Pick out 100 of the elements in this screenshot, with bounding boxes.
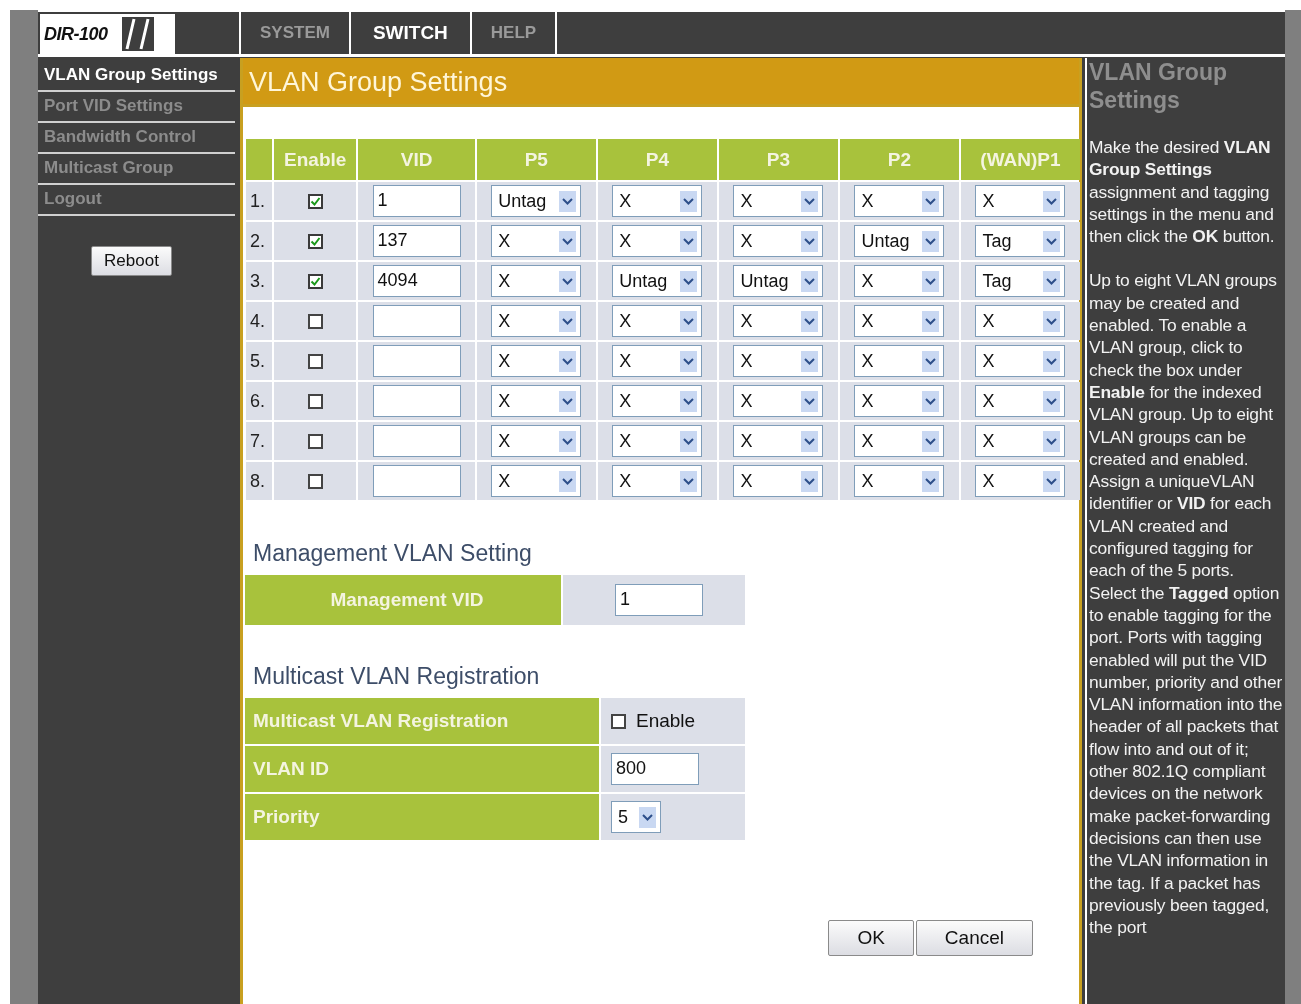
port-select[interactable]: X	[854, 385, 945, 417]
ok-button[interactable]: OK	[828, 920, 914, 956]
vid-field[interactable]	[372, 465, 461, 497]
field-label: Management VID	[245, 575, 561, 625]
table-header: P2	[839, 139, 959, 180]
port-select[interactable]: X	[491, 225, 582, 257]
caret-icon	[559, 470, 577, 492]
port-select[interactable]: X	[854, 305, 945, 337]
port-select[interactable]: X	[975, 385, 1066, 417]
enable-checkbox[interactable]	[307, 274, 323, 290]
cancel-button[interactable]: Cancel	[915, 920, 1033, 956]
port-select[interactable]: X	[975, 465, 1066, 497]
port-select[interactable]: X	[491, 385, 582, 417]
port-select[interactable]: X	[854, 465, 945, 497]
caret-icon	[680, 230, 698, 252]
port-select[interactable]: X	[975, 345, 1066, 377]
enable-checkbox[interactable]	[307, 394, 323, 410]
port-select[interactable]: X	[733, 385, 824, 417]
port-select[interactable]: X	[733, 425, 824, 457]
enable-checkbox[interactable]	[307, 434, 323, 450]
port-select[interactable]: X	[491, 425, 582, 457]
reboot-button[interactable]: Reboot	[91, 246, 172, 276]
port-select[interactable]: X	[733, 345, 824, 377]
enable-checkbox[interactable]	[307, 234, 323, 250]
row-number: 4.	[246, 302, 272, 340]
port-select[interactable]: X	[733, 185, 824, 217]
port-select[interactable]: X	[854, 345, 945, 377]
row-number: 6.	[246, 382, 272, 420]
caret-icon	[680, 350, 698, 372]
table-header: P4	[597, 139, 717, 180]
port-select[interactable]: X	[733, 225, 824, 257]
caret-icon	[1043, 390, 1061, 412]
checkbox-label: Enable	[636, 710, 696, 732]
vid-field[interactable]	[372, 345, 461, 377]
sidebar-item[interactable]: VLAN Group Settings	[38, 61, 235, 92]
management-vid-field[interactable]: 1	[615, 584, 703, 616]
port-select[interactable]: X	[612, 465, 703, 497]
port-select[interactable]: X	[854, 265, 945, 297]
enable-checkbox[interactable]	[307, 474, 323, 490]
caret-icon	[680, 470, 698, 492]
caret-icon	[559, 390, 577, 412]
port-select[interactable]: Untag	[733, 265, 824, 297]
caret-icon	[922, 310, 940, 332]
port-select[interactable]: X	[854, 425, 945, 457]
enable-checkbox[interactable]	[307, 314, 323, 330]
port-select[interactable]: X	[612, 385, 703, 417]
port-select[interactable]: X	[612, 305, 703, 337]
caret-icon	[1043, 350, 1061, 372]
enable-checkbox[interactable]	[611, 713, 626, 729]
row-number: 3.	[246, 262, 272, 300]
nav-tab[interactable]: SWITCH	[348, 12, 470, 54]
port-select[interactable]: Tag	[975, 265, 1066, 297]
field-label: VLAN ID	[245, 746, 599, 792]
port-select[interactable]: Tag	[975, 225, 1066, 257]
port-select[interactable]: X	[612, 185, 703, 217]
section-heading: Multicast VLAN Registration	[252, 662, 541, 691]
vid-field[interactable]: 137	[372, 225, 461, 257]
caret-icon	[801, 430, 819, 452]
enable-checkbox[interactable]	[307, 194, 323, 210]
caret-icon	[922, 270, 940, 292]
port-select[interactable]: X	[612, 225, 703, 257]
caret-icon	[680, 190, 698, 212]
caret-icon	[559, 430, 577, 452]
vid-field[interactable]: 1	[372, 185, 461, 217]
help-text: Up to eight VLAN groups may be created and enabled. To enable a VLAN group, click to check the box under Enable for the indexed VLAN group. Up to eight VLAN groups can be created and enabled. Assign a uniqueVLAN identifier or VID for each VLAN created and configured tagging for each of the 5 ports. Select the Tagged option to enable tagging for the port. Ports with tagging enabled will put the VID number, priority and other VLAN information into the header of all packets that flow into and out of it; other 802.1Q compliant devices on the network make packet-forwarding decisions can then use the VLAN information in the tag. If a packet has previously been tagged, the port	[1089, 269, 1284, 939]
port-select[interactable]: X	[491, 465, 582, 497]
vid-field[interactable]	[372, 305, 461, 337]
port-select[interactable]: Untag	[491, 185, 582, 217]
nav-tab[interactable]: SYSTEM	[239, 12, 349, 54]
port-select[interactable]: X	[491, 265, 582, 297]
port-select[interactable]: X	[975, 425, 1066, 457]
port-select[interactable]: Untag	[854, 225, 945, 257]
port-select[interactable]: X	[612, 425, 703, 457]
priority-select[interactable]: 5	[611, 801, 661, 833]
row-number: 7.	[246, 422, 272, 460]
port-select[interactable]: X	[733, 465, 824, 497]
caret-icon	[801, 190, 819, 212]
port-select[interactable]: X	[491, 345, 582, 377]
port-select[interactable]: X	[975, 185, 1066, 217]
caret-icon	[922, 390, 940, 412]
vid-field[interactable]	[372, 385, 461, 417]
enable-checkbox[interactable]	[307, 354, 323, 370]
port-select[interactable]: X	[491, 305, 582, 337]
nav-tab[interactable]: HELP	[469, 12, 558, 54]
caret-icon	[922, 430, 940, 452]
help-title: VLAN Group Settings	[1089, 58, 1228, 114]
vid-field[interactable]: 4094	[372, 265, 461, 297]
caret-icon	[639, 806, 656, 828]
port-select[interactable]: X	[612, 345, 703, 377]
vid-field[interactable]	[372, 425, 461, 457]
vlan-id-field[interactable]: 800	[611, 753, 699, 785]
caret-icon	[559, 350, 577, 372]
port-select[interactable]: Untag	[612, 265, 703, 297]
port-select[interactable]: X	[854, 185, 945, 217]
port-select[interactable]: X	[975, 305, 1066, 337]
caret-icon	[559, 310, 577, 332]
table-header: Enable	[274, 139, 357, 180]
port-select[interactable]: X	[733, 305, 824, 337]
caret-icon	[680, 430, 698, 452]
row-number: 8.	[246, 462, 272, 500]
